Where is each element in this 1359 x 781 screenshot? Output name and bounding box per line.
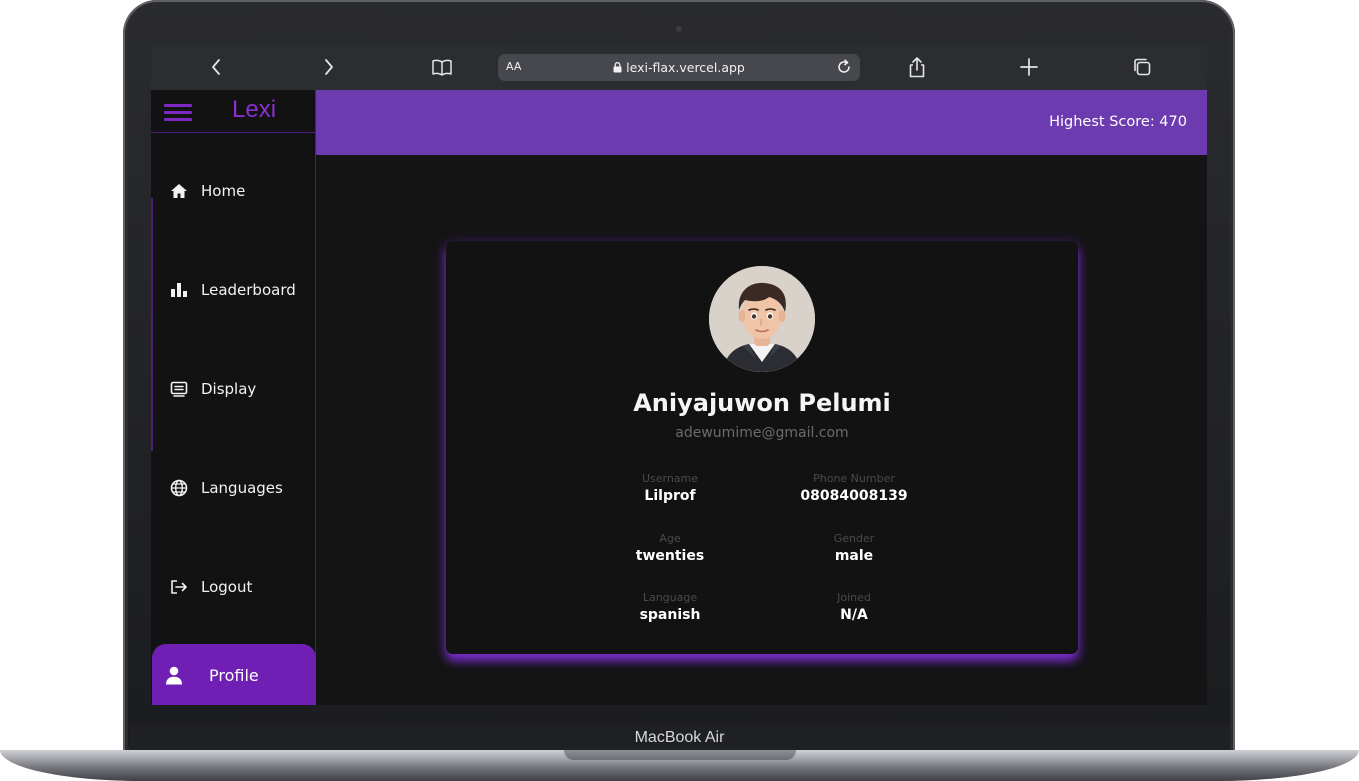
chevron-left-icon[interactable] xyxy=(206,55,226,79)
sidebar-header: Lexi xyxy=(151,90,315,133)
field-age: Age twenties xyxy=(570,532,770,564)
field-label: Gender xyxy=(833,532,875,545)
field-label: Phone Number xyxy=(813,472,895,485)
home-icon xyxy=(169,181,189,201)
sidebar-item-logout[interactable]: Logout xyxy=(151,567,315,607)
url-display[interactable]: lexi-flax.vercel.app xyxy=(498,60,860,75)
chevron-right-icon[interactable] xyxy=(319,55,339,79)
field-value: N/A xyxy=(840,607,868,623)
sidebar-item-label: Home xyxy=(201,182,246,200)
field-value: male xyxy=(834,548,874,564)
profile-card: Aniyajuwon Pelumi adewumime@gmail.com Us… xyxy=(446,241,1078,654)
field-label: Age xyxy=(659,532,681,545)
sidebar-item-display[interactable]: Display xyxy=(151,369,315,409)
logout-icon xyxy=(169,577,189,597)
field-value: Lilprof xyxy=(644,488,696,504)
field-label: Username xyxy=(641,472,699,485)
lock-icon xyxy=(613,62,622,73)
field-language: Language spanish xyxy=(570,591,770,623)
share-icon[interactable] xyxy=(905,55,929,79)
profile-name: Aniyajuwon Pelumi xyxy=(633,389,891,417)
profile-email: adewumime@gmail.com xyxy=(675,425,849,441)
sidebar-item-label: Leaderboard xyxy=(201,281,296,299)
sidebar-item-leaderboard[interactable]: Leaderboard xyxy=(151,270,315,310)
field-username: Username Lilprof xyxy=(570,472,770,504)
sidebar-item-label: Languages xyxy=(201,479,283,497)
sidebar-item-home[interactable]: Home xyxy=(151,171,315,211)
field-joined: Joined N/A xyxy=(754,591,954,623)
device-label: MacBook Air xyxy=(634,729,725,746)
field-phone-number: Phone Number 08084008139 xyxy=(754,472,954,504)
address-bar[interactable]: AA lexi-flax.vercel.app xyxy=(498,54,860,81)
field-value: 08084008139 xyxy=(800,488,908,504)
brand-logo: Lexi xyxy=(232,96,277,123)
sidebar-item-languages[interactable]: Languages xyxy=(151,468,315,508)
highest-score: Highest Score: 470 xyxy=(1049,114,1187,130)
sidebar-item-label: Display xyxy=(201,380,257,398)
book-icon[interactable] xyxy=(430,55,454,79)
avatar xyxy=(709,266,815,372)
globe-icon xyxy=(169,478,189,498)
display-icon xyxy=(169,379,189,399)
menu-icon[interactable] xyxy=(164,104,192,121)
field-value: twenties xyxy=(635,548,705,564)
sidebar: Lexi Home Leaderboard Display Languages … xyxy=(151,90,316,705)
sidebar-item-label: Logout xyxy=(201,578,253,596)
field-label: Language xyxy=(642,591,698,604)
bar-chart-icon xyxy=(169,280,189,300)
field-value: spanish xyxy=(639,607,701,623)
sidebar-item-profile[interactable]: Profile xyxy=(152,644,316,705)
url-text: lexi-flax.vercel.app xyxy=(626,60,745,75)
sidebar-accent xyxy=(151,198,153,451)
reload-icon[interactable] xyxy=(834,57,854,81)
camera xyxy=(676,26,682,32)
screen: AA lexi-flax.vercel.app Lexi Home Leader… xyxy=(151,45,1207,705)
laptop-notch xyxy=(564,750,796,760)
sidebar-item-label: Profile xyxy=(209,665,259,685)
plus-icon[interactable] xyxy=(1017,55,1041,79)
tabs-icon[interactable] xyxy=(1130,55,1154,79)
field-gender: Gender male xyxy=(754,532,954,564)
browser-toolbar: AA lexi-flax.vercel.app xyxy=(151,45,1207,90)
user-icon xyxy=(164,665,184,685)
field-label: Joined xyxy=(837,591,871,604)
top-bar: Highest Score: 470 xyxy=(316,90,1207,155)
